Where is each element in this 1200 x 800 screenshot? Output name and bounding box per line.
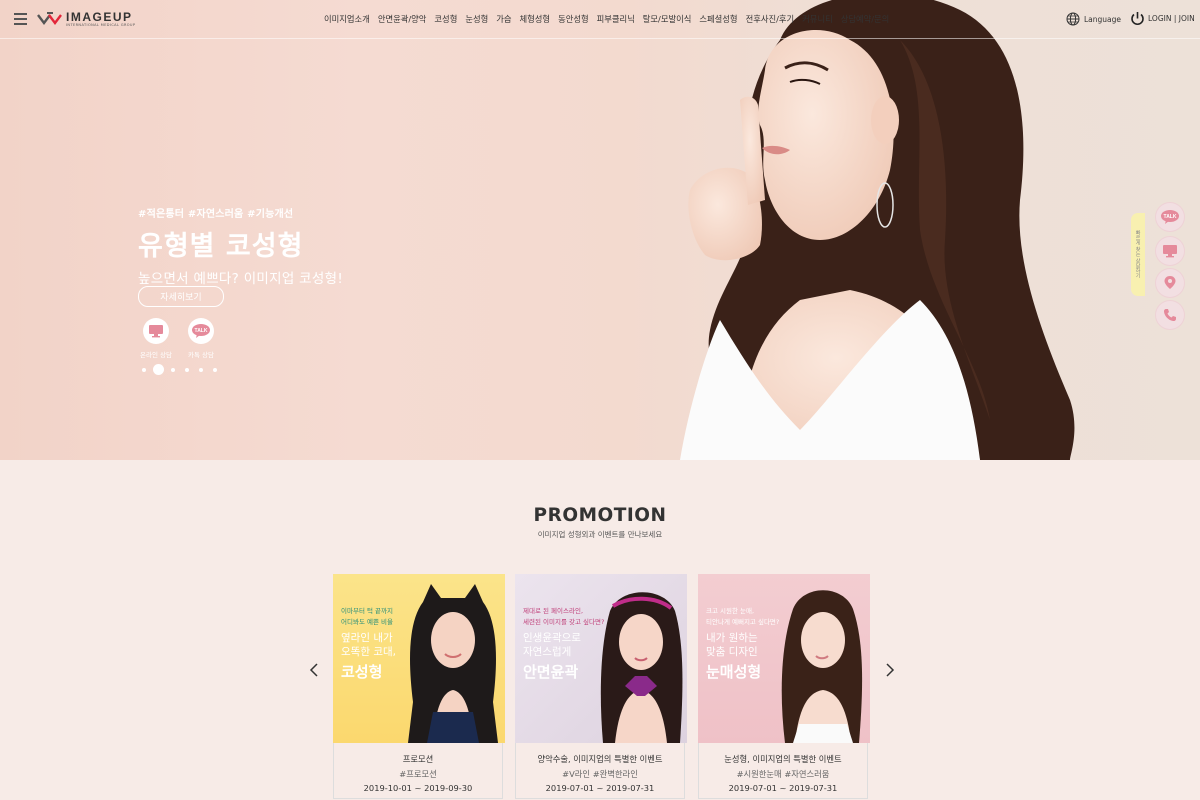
quick-kakao-button[interactable]: TALK (1156, 203, 1184, 231)
slide-dot-2[interactable] (156, 367, 161, 372)
quick-online-button[interactable] (1156, 237, 1184, 265)
chevron-right-icon[interactable] (883, 662, 897, 678)
language-label: Language (1084, 14, 1122, 24)
nav-item-anti-aging[interactable]: 동안성형 (558, 13, 589, 25)
card-title: 눈성형, 이미지업의 특별한 이벤트 (724, 754, 842, 764)
promotion-card-nose[interactable]: 이마부터 턱 끝까지 어디봐도 예쁜 비율 옆라인 내가 오똑한 코대, 코성형… (333, 574, 505, 800)
hero-model-image (680, 0, 1075, 460)
power-icon (1131, 12, 1144, 26)
card-headline-line1: 옆라인 내가 (341, 632, 393, 644)
card-dates: 2019-10-01 ~ 2019-09-30 (363, 783, 473, 793)
online-consult-label: 온라인 상담 (140, 351, 172, 359)
promotion-card-image: 제대로 된 페이스라인, 세련된 이미지를 갖고 싶다면? 인생윤곽으로 자연스… (515, 574, 687, 743)
card-headline-line2: 맞춤 디자인 (706, 646, 758, 658)
nav-item-about[interactable]: 이미지업소개 (324, 13, 370, 25)
kakao-talk-icon: TALK (1161, 210, 1179, 224)
model-photo (781, 590, 863, 743)
nav-item-nose[interactable]: 코성형 (434, 13, 457, 25)
nav-item-community[interactable]: 커뮤니티 (802, 13, 833, 25)
nav-item-skin-clinic[interactable]: 피부클리닉 (597, 13, 635, 25)
card-caption-line2: 티안나게 예뻐지고 싶다면? (706, 618, 780, 626)
card-title: 양악수술, 이미지업의 특별한 이벤트 (537, 754, 663, 764)
monitor-icon (1163, 245, 1177, 258)
promotion-card-image: 크고 시원한 눈매, 티안나게 예뻐지고 싶다면? 내가 원하는 맞춤 디자인 … (698, 574, 870, 743)
promotion-card-info: 눈성형, 이미지업의 특별한 이벤트 #시원한눈매 #자연스러움 2019-07… (698, 743, 868, 799)
online-consult-button[interactable]: 온라인 상담 (136, 318, 176, 359)
quick-phone-button[interactable] (1156, 301, 1184, 329)
login-label: LOGIN | JOIN (1148, 14, 1195, 23)
kakao-talk-icon: TALK (188, 318, 214, 344)
nav-item-special[interactable]: 스페셜성형 (699, 13, 737, 25)
card-procedure-label: 안면윤곽 (523, 663, 579, 681)
language-selector[interactable]: Language (1066, 12, 1121, 26)
card-headline-line1: 인생윤곽으로 (523, 632, 581, 644)
chevron-left-icon[interactable] (307, 662, 321, 678)
site-logo[interactable]: IMAGEUP INTERNATIONAL MEDICAL GROUP (37, 10, 135, 28)
kakao-consult-button[interactable]: TALK 카톡 상담 (181, 318, 221, 359)
map-pin-icon (1164, 276, 1176, 289)
card-dates: 2019-07-01 ~ 2019-07-31 (545, 783, 655, 793)
nav-item-breast[interactable]: 가슴 (496, 13, 511, 25)
card-tags: #시원한눈매 #자연스러움 (736, 769, 830, 779)
main-navigation: 이미지업소개 안면윤곽/양악 코성형 눈성형 가슴 체형성형 동안성형 피부클리… (324, 13, 897, 25)
card-headline-line2: 오똑한 코대, (341, 646, 396, 658)
model-photo (408, 584, 498, 743)
hero-copy: #적은통터 #자연스러움 #기능개선 유형별 코성형 높으면서 예쁘다? 이미지… (138, 205, 343, 287)
kakao-icon-text: TALK (195, 328, 208, 334)
quick-menu-tab-label: 빠르게 찾는 상담하기 (1134, 230, 1141, 279)
card-title: 프로모션 (402, 754, 434, 764)
quick-talk-text: TALK (1164, 214, 1177, 220)
slide-dot-6[interactable] (213, 367, 217, 372)
hero-hashtags: #적은통터 #자연스러움 #기능개선 (138, 209, 294, 220)
promotion-title: PROMOTION (533, 505, 667, 526)
promotion-subtitle: 이미지업 성형외과 이벤트를 만나보세요 (537, 530, 663, 539)
model-photo (600, 592, 683, 743)
slide-pagination (142, 367, 227, 372)
hero-subtitle: 높으면서 예쁘다? 이미지업 코성형! (138, 271, 344, 287)
card-caption-line2: 어디봐도 예쁜 비율 (341, 618, 393, 626)
card-headline-line2: 자연스럽게 (523, 646, 572, 658)
menu-hamburger-icon[interactable] (14, 13, 27, 25)
logo-subtext: INTERNATIONAL MEDICAL GROUP (66, 22, 136, 27)
promotion-card-info: 프로모션 #프로모션 2019-10-01 ~ 2019-09-30 (333, 743, 503, 799)
promotion-card-info: 양악수술, 이미지업의 특별한 이벤트 #V라인 #완벽한라인 2019-07-… (515, 743, 685, 799)
promotion-card-image: 이마부터 턱 끝까지 어디봐도 예쁜 비율 옆라인 내가 오똑한 코대, 코성형 (333, 574, 505, 743)
slide-dot-5[interactable] (199, 367, 203, 372)
card-dates: 2019-07-01 ~ 2019-07-31 (728, 783, 838, 793)
promotion-card-facial-contour[interactable]: 제대로 된 페이스라인, 세련된 이미지를 갖고 싶다면? 인생윤곽으로 자연스… (515, 574, 687, 800)
login-join-link[interactable]: LOGIN | JOIN (1130, 11, 1195, 26)
nav-item-facial-contour[interactable]: 안면윤곽/양악 (378, 13, 427, 25)
nav-item-consultation[interactable]: 상담예약/문의 (841, 13, 890, 25)
slide-dot-3[interactable] (171, 367, 175, 372)
quick-location-button[interactable] (1156, 269, 1184, 297)
card-procedure-label: 코성형 (341, 663, 383, 681)
nav-item-before-after[interactable]: 전후사진/후기 (746, 13, 795, 25)
slide-dot-1[interactable] (142, 367, 146, 372)
kakao-consult-label: 카톡 상담 (188, 351, 214, 359)
card-caption-line1: 제대로 된 페이스라인, (523, 607, 584, 615)
nav-item-hair[interactable]: 탈모/모발이식 (643, 13, 692, 25)
globe-icon (1066, 12, 1080, 26)
phone-icon (1164, 309, 1176, 321)
logo-mark-icon (37, 12, 62, 25)
card-tags: #V라인 #완벽한라인 (562, 769, 638, 779)
card-caption-line1: 크고 시원한 눈매, (706, 607, 755, 615)
nav-item-eye[interactable]: 눈성형 (465, 13, 488, 25)
hero-title: 유형별 코성형 (138, 231, 304, 262)
card-caption-line1: 이마부터 턱 끝까지 (341, 607, 393, 615)
logo-text: IMAGEUP (66, 9, 133, 24)
card-caption-line2: 세련된 이미지를 갖고 싶다면? (523, 618, 605, 626)
promotion-card-eye[interactable]: 크고 시원한 눈매, 티안나게 예뻐지고 싶다면? 내가 원하는 맞춤 디자인 … (698, 574, 870, 800)
monitor-icon (143, 318, 169, 344)
card-headline-line1: 내가 원하는 (706, 632, 758, 644)
nav-item-body[interactable]: 체형성형 (520, 13, 551, 25)
top-header: IMAGEUP INTERNATIONAL MEDICAL GROUP 이미지업… (0, 0, 1200, 39)
slide-dot-4[interactable] (185, 367, 189, 372)
view-details-button[interactable]: 자세히보기 (138, 286, 224, 307)
card-tags: #프로모션 (399, 769, 437, 779)
quick-menu-tab[interactable]: 빠르게 찾는 상담하기 (1131, 213, 1145, 296)
card-procedure-label: 눈매성형 (706, 663, 762, 681)
